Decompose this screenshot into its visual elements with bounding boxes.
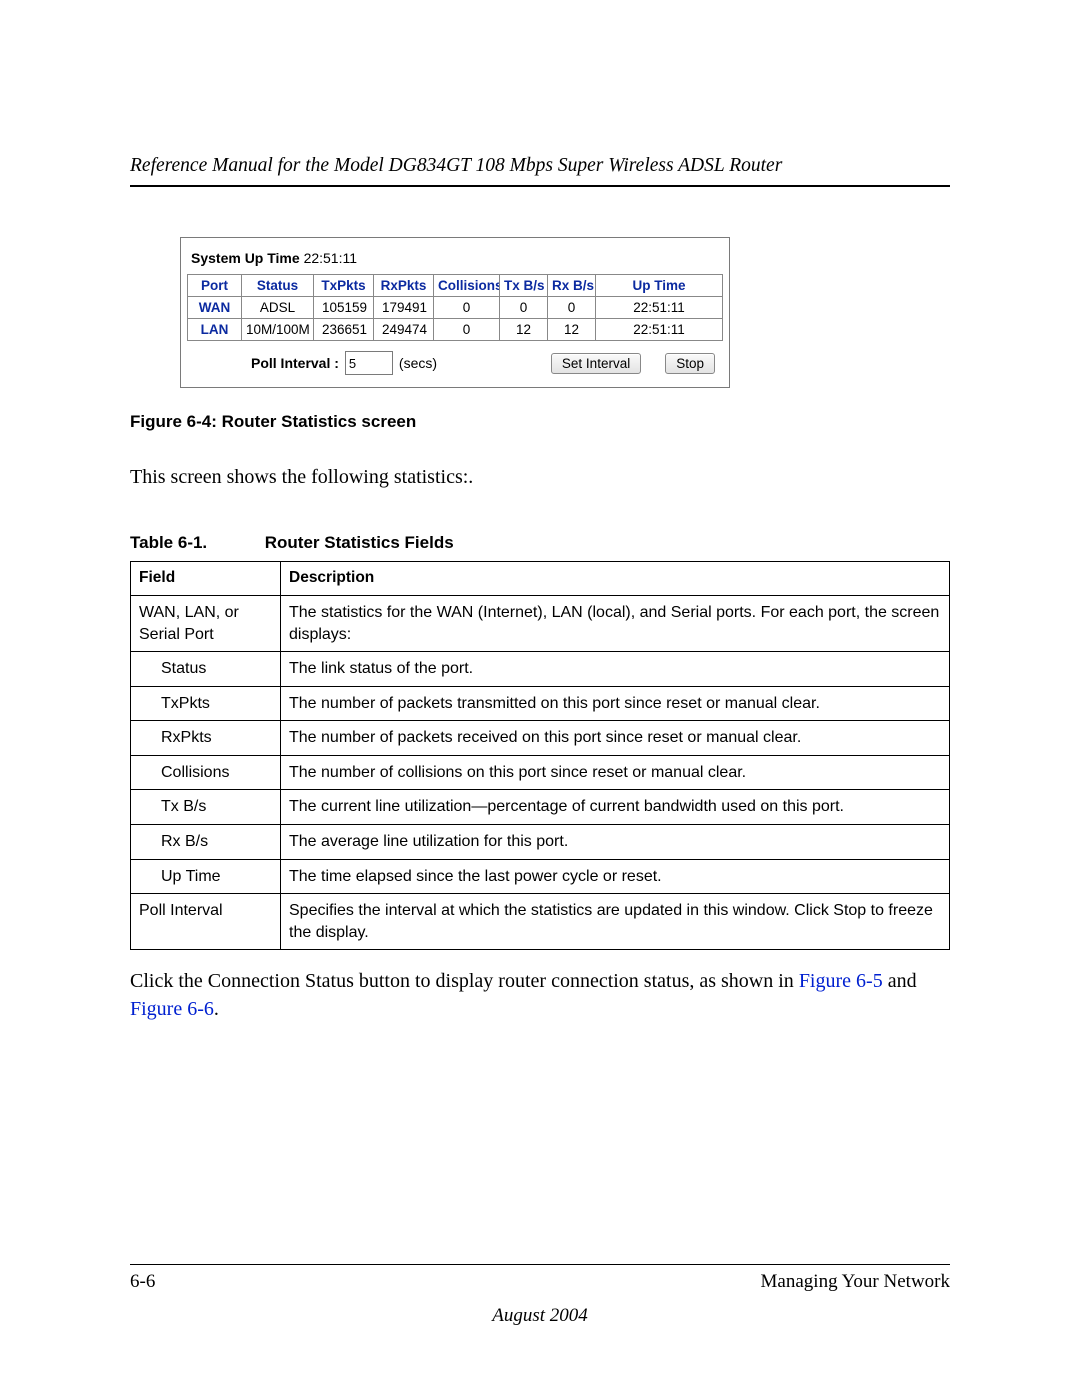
fields-table: Field Description WAN, LAN, or Serial Po… [130,561,950,950]
cell-uptime: 22:51:11 [596,319,723,341]
fields-cell-field: Up Time [131,859,281,894]
fields-cell-field: Poll Interval [131,894,281,950]
page-footer: 6-6 Managing Your Network August 2004 [130,1264,950,1327]
fields-hdr-desc: Description [281,562,950,596]
doc-header-title: Reference Manual for the Model DG834GT 1… [130,155,950,177]
poll-interval-label: Poll Interval : [251,355,339,371]
paragraph: Click the Connection Status button to di… [130,968,950,1023]
stats-row: LAN 10M/100M 236651 249474 0 12 12 22:51… [188,319,723,341]
fields-row: CollisionsThe number of collisions on th… [131,755,950,790]
table-caption-number: Table 6-1. [130,533,260,553]
hdr-port: Port [188,275,242,297]
fields-cell-desc: The link status of the port. [281,652,950,687]
fields-cell-desc: The number of collisions on this port si… [281,755,950,790]
footer-rule [130,1264,950,1265]
fields-cell-desc: The average line utilization for this po… [281,825,950,860]
stop-button[interactable]: Stop [665,353,715,374]
table-caption-title: Router Statistics Fields [265,533,454,552]
cell-port: WAN [188,297,242,319]
stats-row: WAN ADSL 105159 179491 0 0 0 22:51:11 [188,297,723,319]
fields-row: RxPktsThe number of packets received on … [131,721,950,756]
secs-label: (secs) [399,355,437,371]
link-figure-6-6[interactable]: Figure 6-6 [130,998,214,1020]
hdr-uptime: Up Time [596,275,723,297]
fields-row: Rx B/sThe average line utilization for t… [131,825,950,860]
hdr-rxbs: Rx B/s [548,275,596,297]
fields-cell-field: WAN, LAN, or Serial Port [131,595,281,651]
table-caption: Table 6-1. Router Statistics Fields [130,533,950,553]
section-title: Managing Your Network [761,1271,950,1293]
fields-cell-field: Rx B/s [131,825,281,860]
fields-row: StatusThe link status of the port. [131,652,950,687]
cell-collisions: 0 [434,297,500,319]
stats-header-row: Port Status TxPkts RxPkts Collisions Tx … [188,275,723,297]
fields-row: WAN, LAN, or Serial PortThe statistics f… [131,595,950,651]
system-uptime-value: 22:51:11 [304,250,357,266]
hdr-txpkts: TxPkts [314,275,374,297]
fields-row: Poll IntervalSpecifies the interval at w… [131,894,950,950]
cell-collisions: 0 [434,319,500,341]
hdr-txbs: Tx B/s [500,275,548,297]
poll-controls: Poll Interval : (secs) Set Interval Stop [187,341,723,377]
fields-row: Up TimeThe time elapsed since the last p… [131,859,950,894]
header-rule [130,185,950,187]
router-stats-screenshot: System Up Time 22:51:11 Port Status TxPk… [180,237,730,388]
cell-rxbs: 12 [548,319,596,341]
para-text: . [214,998,219,1020]
fields-cell-field: Collisions [131,755,281,790]
cell-txpkts: 105159 [314,297,374,319]
figure-caption: Figure 6-4: Router Statistics screen [130,412,950,432]
set-interval-button[interactable]: Set Interval [551,353,641,374]
hdr-collisions: Collisions [434,275,500,297]
system-uptime-line: System Up Time 22:51:11 [187,244,723,274]
hdr-rxpkts: RxPkts [374,275,434,297]
stats-table: Port Status TxPkts RxPkts Collisions Tx … [187,274,723,341]
cell-rxbs: 0 [548,297,596,319]
link-figure-6-5[interactable]: Figure 6-5 [799,970,883,992]
paragraph: This screen shows the following statisti… [130,464,950,491]
hdr-status: Status [242,275,314,297]
fields-cell-desc: The current line utilization—percentage … [281,790,950,825]
fields-cell-field: TxPkts [131,686,281,721]
fields-cell-desc: The time elapsed since the last power cy… [281,859,950,894]
cell-port: LAN [188,319,242,341]
para-text: and [883,970,917,992]
fields-cell-field: Tx B/s [131,790,281,825]
system-uptime-label: System Up Time [191,250,300,266]
cell-status: ADSL [242,297,314,319]
fields-cell-desc: Specifies the interval at which the stat… [281,894,950,950]
poll-interval-input[interactable] [345,351,393,375]
cell-status: 10M/100M [242,319,314,341]
fields-hdr-field: Field [131,562,281,596]
fields-row: Tx B/sThe current line utilization—perce… [131,790,950,825]
para-text: Click the Connection Status button to di… [130,970,799,992]
cell-txbs: 12 [500,319,548,341]
cell-rxpkts: 179491 [374,297,434,319]
cell-txbs: 0 [500,297,548,319]
page-number: 6-6 [130,1271,155,1293]
fields-cell-desc: The number of packets transmitted on thi… [281,686,950,721]
cell-rxpkts: 249474 [374,319,434,341]
fields-cell-field: Status [131,652,281,687]
fields-header-row: Field Description [131,562,950,596]
fields-row: TxPktsThe number of packets transmitted … [131,686,950,721]
cell-uptime: 22:51:11 [596,297,723,319]
fields-cell-field: RxPkts [131,721,281,756]
cell-txpkts: 236651 [314,319,374,341]
footer-date: August 2004 [130,1305,950,1327]
fields-cell-desc: The statistics for the WAN (Internet), L… [281,595,950,651]
fields-cell-desc: The number of packets received on this p… [281,721,950,756]
